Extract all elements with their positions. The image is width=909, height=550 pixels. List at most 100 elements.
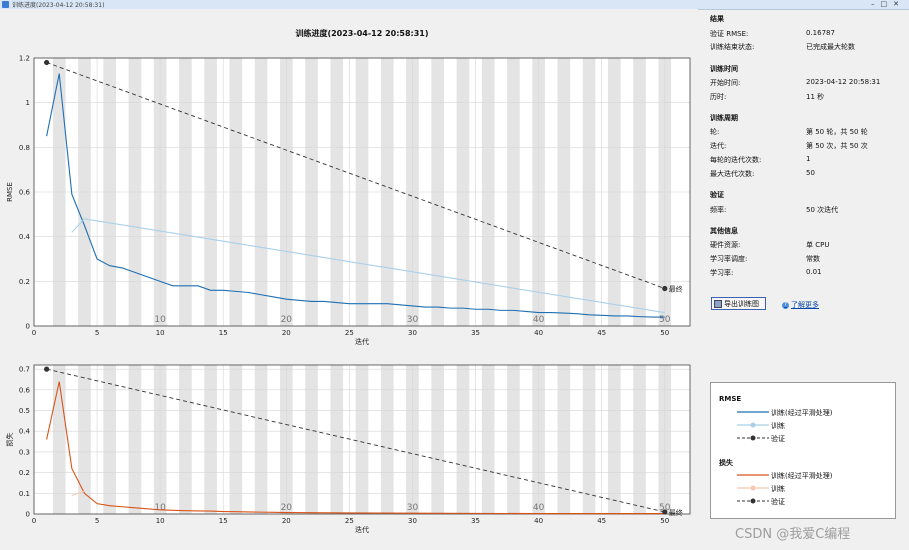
validation-title: 验证 [710, 191, 724, 199]
loss-chart: 0 0.1 0.2 0.3 0.4 0.5 0.6 0.7 0 5 10 15 20 25 30 35 40 45… [5, 364, 691, 534]
loss-epoch-band [254, 365, 268, 514]
start-time-label: 开始时间: [710, 79, 741, 87]
loss-epoch-band [128, 365, 142, 514]
loss-epoch-band [330, 365, 344, 514]
rmse-xtick-label: 0 [32, 329, 36, 337]
frequency-value: 50 次迭代 [806, 206, 839, 214]
legend-loss-title: 损失 [719, 459, 733, 467]
loss-ytick-label: 0.1 [19, 490, 30, 498]
loss-epoch-band [355, 365, 369, 514]
loss-xtick-label: 35 [471, 517, 480, 525]
loss-xlabel: 迭代 [355, 525, 369, 534]
loss-ytick-label: 0.6 [19, 386, 31, 394]
loss-epoch-band [179, 365, 192, 514]
legend-rmse-train: 训练 [771, 422, 785, 430]
loss-xtick-label: 40 [534, 517, 543, 525]
legend-rmse-swatches [737, 411, 769, 441]
loss-ytick-label: 0.2 [19, 469, 30, 477]
rmse-value: 0.16787 [806, 29, 835, 37]
rmse-epoch-label: 10 [154, 315, 166, 325]
loss-xtick-label: 45 [597, 517, 606, 525]
rmse-ytick-label: 0.6 [19, 189, 31, 197]
loss-epoch-band [557, 365, 571, 514]
loss-ytick-label: 0.4 [19, 428, 31, 436]
window-title: 训练进度(2023-04-12 20:58:31) [12, 2, 105, 9]
rmse-ytick-label: 0.8 [19, 144, 30, 152]
loss-xtick-label: 30 [408, 517, 417, 525]
iter-per-epoch-value: 1 [806, 155, 811, 163]
loss-epoch-band [204, 365, 217, 514]
loss-epoch-band [103, 365, 116, 514]
cycle-title: 训练周期 [710, 114, 738, 122]
legend-loss-val: 验证 [771, 498, 785, 506]
rmse-xtick-label: 25 [345, 329, 354, 337]
lr-schedule-label: 学习率调度: [710, 255, 748, 263]
rmse-xtick-label: 40 [534, 329, 543, 337]
export-label: 导出训练图 [724, 299, 759, 308]
rmse-ytick-label: 0.4 [19, 233, 31, 241]
loss-epoch-label: 20 [281, 503, 293, 513]
rmse-xtick-label: 10 [156, 329, 165, 337]
loss-epoch-band [305, 365, 318, 514]
results-title: 结果 [710, 15, 724, 23]
help-icon: ? [782, 301, 789, 309]
rmse-xtick-label: 45 [597, 329, 606, 337]
watermark: CSDN @我爱C编程 [735, 527, 851, 542]
end-status-value: 已完成最大轮数 [806, 43, 855, 51]
loss-epoch-label: 10 [154, 503, 166, 513]
elapsed-label: 历时: [710, 93, 727, 101]
rmse-ytick-label: 0.2 [19, 278, 30, 286]
loss-epoch-band [229, 365, 243, 514]
iteration-label: 迭代: [710, 142, 727, 150]
rmse-epoch-label: 50 [659, 315, 671, 325]
rmse-chart: 0 0.2 0.4 0.6 0.8 1 1.2 0 5 10 15 20 25 30 35 40 45 50 10 2… [6, 28, 691, 346]
rmse-epoch-label: 40 [533, 315, 545, 325]
rmse-epoch-label: 20 [281, 315, 293, 325]
legend-loss-train: 训练 [771, 485, 785, 493]
rmse-label: 验证 RMSE: [710, 30, 749, 38]
legend-rmse-smoothed: 训练(经过平滑处理) [771, 409, 833, 417]
loss-ytick-label: 0.3 [19, 448, 30, 456]
learn-more-link[interactable]: ? 了解更多 [782, 300, 819, 310]
max-iter-label: 最大迭代次数: [710, 170, 755, 178]
rmse-xtick-label: 15 [219, 329, 228, 337]
iter-per-epoch-label: 每轮的迭代次数: [710, 156, 762, 164]
loss-epoch-band [582, 365, 596, 514]
loss-epoch-band [456, 365, 470, 514]
lr-label: 学习率: [710, 269, 734, 277]
max-iter-value: 50 [806, 169, 815, 177]
loss-ytick-label: 0 [26, 511, 30, 519]
elapsed-value: 11 秒 [806, 93, 825, 101]
loss-xtick-label: 50 [660, 517, 669, 525]
rmse-title: 训练进度(2023-04-12 20:58:31) [295, 28, 428, 38]
rmse-xtick-label: 50 [660, 329, 669, 337]
rmse-ytick-label: 0 [26, 323, 30, 331]
loss-epoch-label: 40 [533, 503, 545, 513]
rmse-xtick-label: 35 [471, 329, 480, 337]
frequency-label: 频率: [710, 206, 727, 214]
export-plot-button[interactable]: 导出训练图 [711, 297, 766, 310]
loss-ytick-label: 0.5 [19, 407, 30, 415]
other-title: 其他信息 [710, 227, 738, 235]
loss-xtick-label: 25 [345, 517, 354, 525]
loss-val-point [44, 366, 50, 372]
window-controls[interactable]: –□✕ [871, 0, 905, 8]
hardware-label: 硬件资源: [710, 241, 741, 249]
loss-epoch-band [431, 365, 444, 514]
export-icon [714, 299, 722, 308]
legend-panel: RMSE 训练(经过平滑处理) 训练 验证 损失 训练(经过平滑处理) 训练 验… [710, 382, 896, 519]
epoch-label: 轮: [710, 128, 720, 136]
loss-xtick-label: 10 [156, 517, 165, 525]
loss-ylabel: 损失 [5, 433, 14, 447]
legend-rmse-title: RMSE [719, 395, 742, 403]
rmse-xtick-label: 30 [408, 329, 417, 337]
loss-epoch-band [380, 365, 394, 514]
start-time-value: 2023-04-12 20:58:31 [806, 78, 881, 86]
loss-xtick-label: 20 [282, 517, 291, 525]
rmse-val-point [662, 285, 668, 292]
loss-final-label: 最终 [669, 508, 683, 517]
end-status-label: 训练结束状态: [710, 43, 755, 51]
time-title: 训练时间 [710, 65, 738, 73]
loss-epoch-band [52, 365, 66, 514]
loss-val-point [662, 509, 668, 515]
